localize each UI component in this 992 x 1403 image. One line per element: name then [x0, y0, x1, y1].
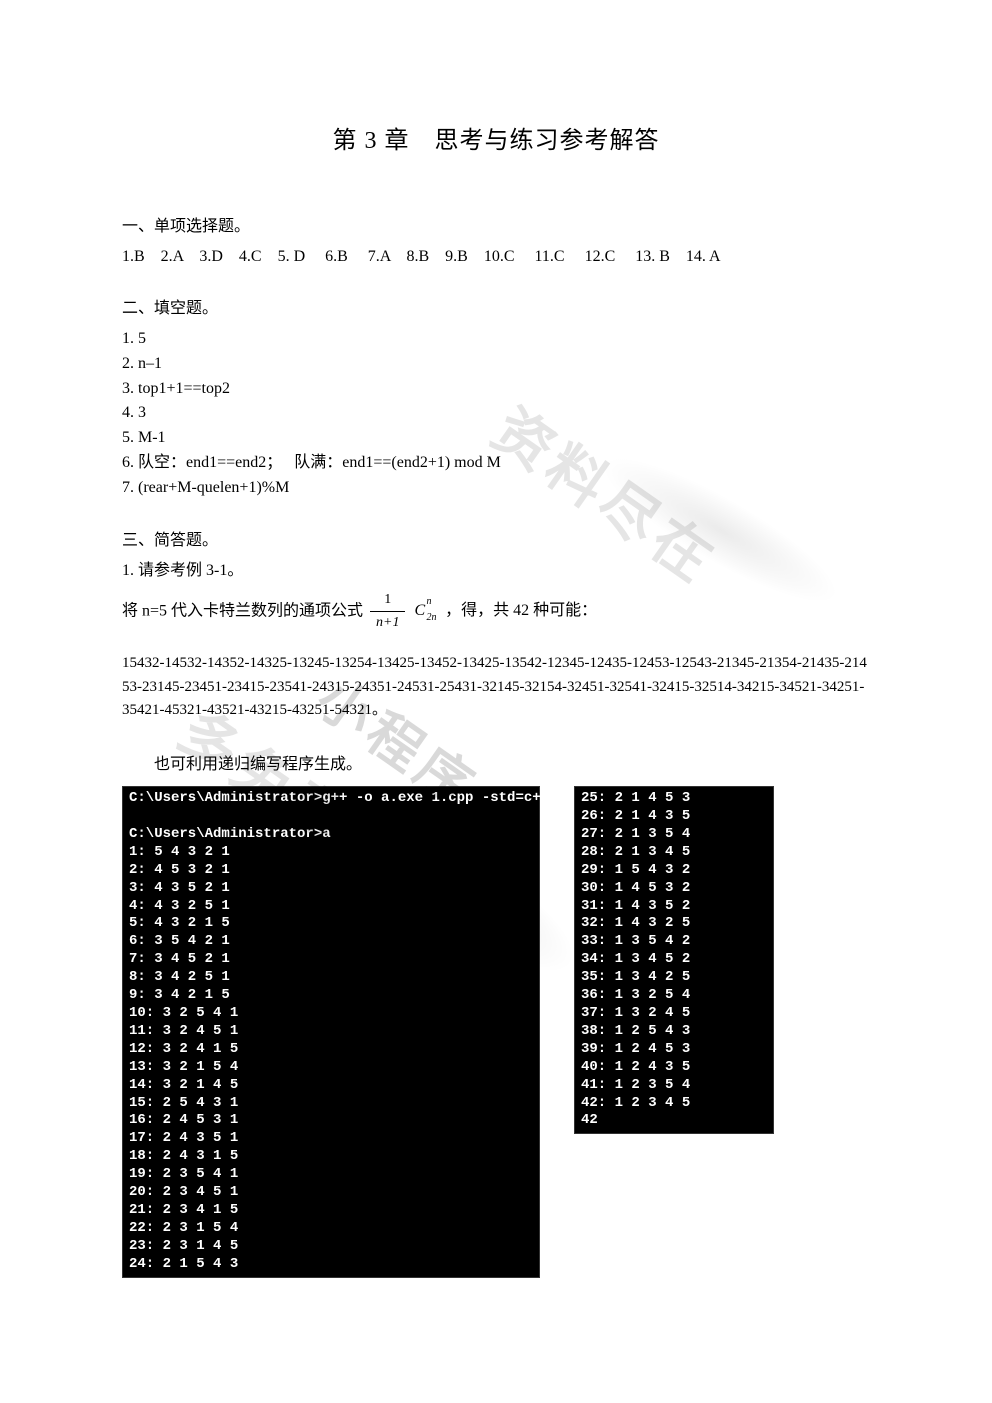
- blank-4: 4. 3: [122, 401, 870, 426]
- section-1-label: 一、单项选择题。: [122, 215, 870, 239]
- c-base: C: [414, 602, 425, 619]
- fraction-denominator: n+1: [370, 612, 405, 634]
- formula-prefix: 将 n=5 代入卡特兰数列的通项公式: [122, 602, 363, 619]
- permutation-list: 15432-14532-14352-14325-13245-13254-1342…: [122, 652, 870, 722]
- blank-7: 7. (rear+M-quelen+1)%M: [122, 476, 870, 501]
- fill-blank-answers: 1. 5 2. n–1 3. top1+1==top2 4. 3 5. M-1 …: [122, 327, 870, 501]
- section-2-label: 二、填空题。: [122, 297, 870, 321]
- formula-suffix: ，得，共 42 种可能：: [431, 602, 597, 619]
- terminal-row: C:\Users\Administrator>g++ -o a.exe 1.cp…: [122, 786, 870, 1277]
- catalan-formula-line: 将 n=5 代入卡特兰数列的通项公式 1 n+1 C n 2n ，得，共 42 …: [122, 589, 870, 635]
- multiple-choice-answers: 1.B 2.A 3.D 4.C 5. D 6.B 7.A 8.B 9.B 10.…: [122, 245, 870, 269]
- fraction: 1 n+1: [370, 589, 405, 635]
- page-title: 第 3 章 思考与练习参考解答: [122, 120, 870, 155]
- short-answer-1: 1. 请参考例 3-1。: [122, 559, 870, 583]
- blank-3: 3. top1+1==top2: [122, 377, 870, 402]
- section-3-label: 三、简答题。: [122, 529, 870, 553]
- terminal-output-right: 25: 2 1 4 5 3 26: 2 1 4 3 5 27: 2 1 3 5 …: [574, 786, 774, 1134]
- terminal-output-left: C:\Users\Administrator>g++ -o a.exe 1.cp…: [122, 786, 540, 1277]
- blank-2: 2. n–1: [122, 352, 870, 377]
- binomial-symbol: C n 2n: [414, 598, 425, 624]
- c-superscript: n: [426, 594, 431, 610]
- blank-1: 1. 5: [122, 327, 870, 352]
- page: 资料尽在 多免费课后 小程序 第 3 章 思考与练习参考解答 一、单项选择题。 …: [0, 0, 992, 1403]
- recursion-note: 也可利用递归编写程序生成。: [154, 750, 870, 774]
- fraction-numerator: 1: [370, 589, 405, 612]
- blank-6: 6. 队空：end1==end2； 队满：end1==(end2+1) mod …: [122, 451, 870, 476]
- blank-5: 5. M-1: [122, 426, 870, 451]
- c-subscript: 2n: [426, 610, 436, 626]
